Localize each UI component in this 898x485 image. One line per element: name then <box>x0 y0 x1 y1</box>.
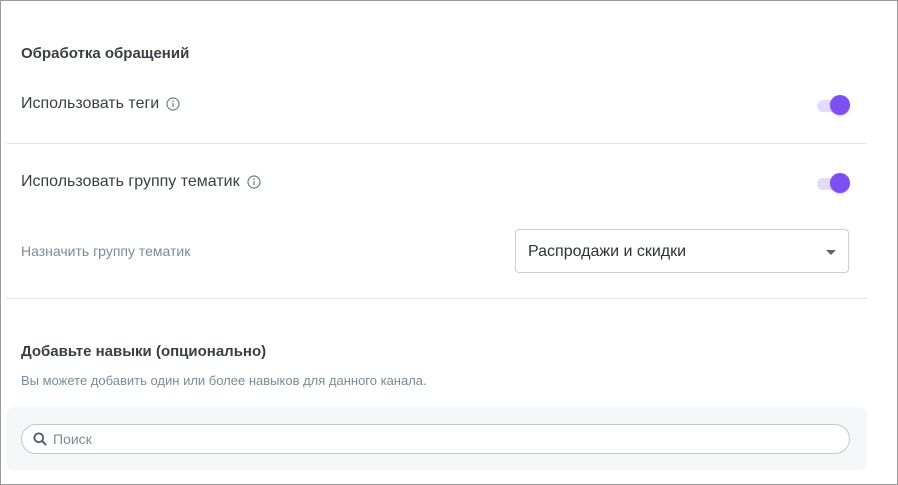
use-tags-label: Использовать теги <box>21 95 160 112</box>
toggle-knob <box>830 95 850 115</box>
settings-panel: Обработка обращений Использовать теги Ис… <box>0 0 898 485</box>
search-box[interactable] <box>21 424 850 454</box>
toggle-knob <box>830 173 850 193</box>
use-topic-group-row: Использовать группу тематик <box>21 173 261 191</box>
skills-search-panel <box>6 407 867 470</box>
skills-section-title: Добавьте навыки (опционально) <box>21 343 267 360</box>
use-topic-group-toggle[interactable] <box>816 172 852 194</box>
skills-description: Вы можете добавить один или более навыко… <box>21 373 427 388</box>
search-icon <box>33 432 47 446</box>
chevron-down-icon <box>826 250 836 255</box>
use-topic-group-label: Использовать группу тематик <box>21 173 240 190</box>
divider <box>6 143 867 144</box>
assign-topic-group-label: Назначить группу тематик <box>21 243 191 259</box>
info-icon[interactable] <box>166 97 180 111</box>
info-icon[interactable] <box>247 175 261 189</box>
divider <box>6 298 867 299</box>
topic-group-select[interactable]: Распродажи и скидки <box>515 229 849 273</box>
topic-group-select-value: Распродажи и скидки <box>528 243 687 260</box>
processing-section-title: Обработка обращений <box>21 45 190 62</box>
search-input[interactable] <box>53 429 833 449</box>
use-tags-toggle[interactable] <box>816 94 852 116</box>
use-tags-row: Использовать теги <box>21 95 180 113</box>
